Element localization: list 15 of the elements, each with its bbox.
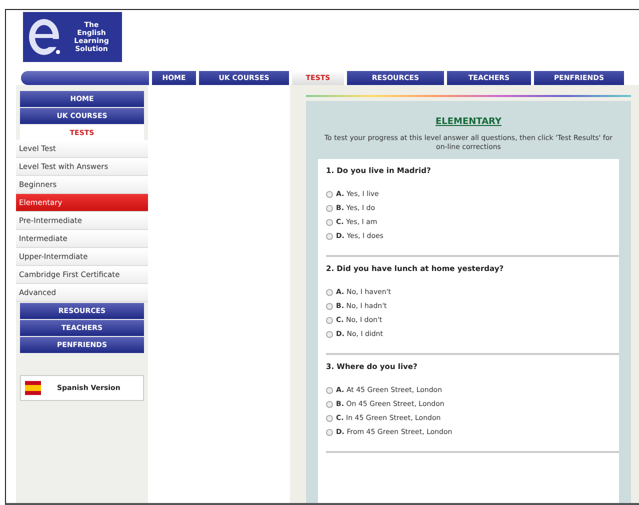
radio-button[interactable] [326,190,333,198]
radio-button[interactable] [326,204,333,212]
test-title: ELEMENTARY [435,117,502,127]
radio-button[interactable] [326,288,333,296]
e-logo-icon [27,17,61,57]
radio-button[interactable] [326,330,333,338]
flag-icon [25,381,41,395]
radio-button[interactable] [326,316,333,324]
radio-button[interactable] [326,400,333,408]
radio-button[interactable] [326,302,333,310]
radio-button[interactable] [326,386,333,394]
radio-button[interactable] [326,428,333,436]
radio-button[interactable] [326,218,333,226]
radio-button[interactable] [326,232,333,240]
radio-button[interactable] [326,414,333,422]
